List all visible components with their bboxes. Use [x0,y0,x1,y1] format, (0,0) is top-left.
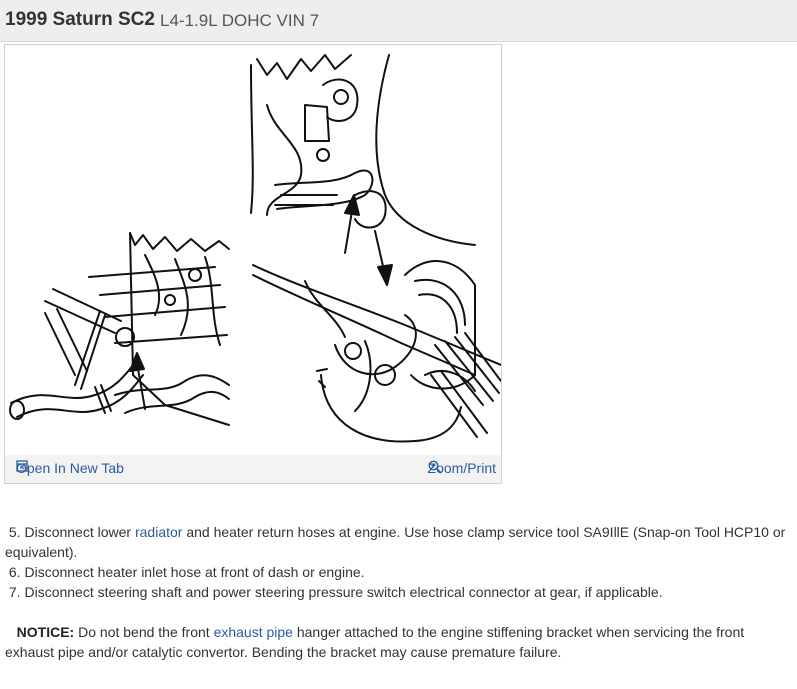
right-lower-view [252,260,501,443]
external-tab-icon [16,460,28,472]
step-6-number: 6. [8,564,21,580]
right-upper-view [250,54,476,246]
step-5: 5. Disconnect lower radiator and heater … [5,522,790,562]
step-6-text: Disconnect heater inlet hose at front of… [24,564,365,580]
step-6: 6. Disconnect heater inlet hose at front… [5,562,790,582]
procedure-text: 5. Disconnect lower radiator and heater … [5,522,790,662]
zoom-print-link[interactable]: Zoom/Print [428,460,496,476]
figure-footer: Open In New Tab Zoom/Print [5,455,501,483]
title-bar: 1999 Saturn SC2 L4-1.9L DOHC VIN 7 [0,0,797,42]
pointer-arrows [129,194,393,410]
step-7: 7. Disconnect steering shaft and power s… [5,582,790,602]
engine-hose-diagram [9,54,501,443]
step-7-number: 7. [8,584,21,600]
vehicle-title: 1999 Saturn SC2 [5,9,155,30]
step-7-text: Disconnect steering shaft and power stee… [24,584,663,600]
notice-text-a: Do not bend the front [74,624,214,640]
open-in-new-tab-link[interactable]: Open In New Tab [16,460,124,476]
open-in-new-tab-label: Open In New Tab [16,460,124,476]
diagram-figure: Open In New Tab Zoom/Print [4,44,502,484]
engine-subtitle: L4-1.9L DOHC VIN 7 [160,11,320,30]
magnifier-icon [428,460,442,474]
radiator-link[interactable]: radiator [135,524,182,540]
notice-label: NOTICE: [16,624,75,640]
left-engine-view [9,232,230,426]
step-5-text-a: Disconnect lower [24,524,135,540]
notice-paragraph: NOTICE: Do not bend the front exhaust pi… [5,622,790,662]
exhaust-pipe-link[interactable]: exhaust pipe [214,624,293,640]
step-5-number: 5. [8,524,21,540]
